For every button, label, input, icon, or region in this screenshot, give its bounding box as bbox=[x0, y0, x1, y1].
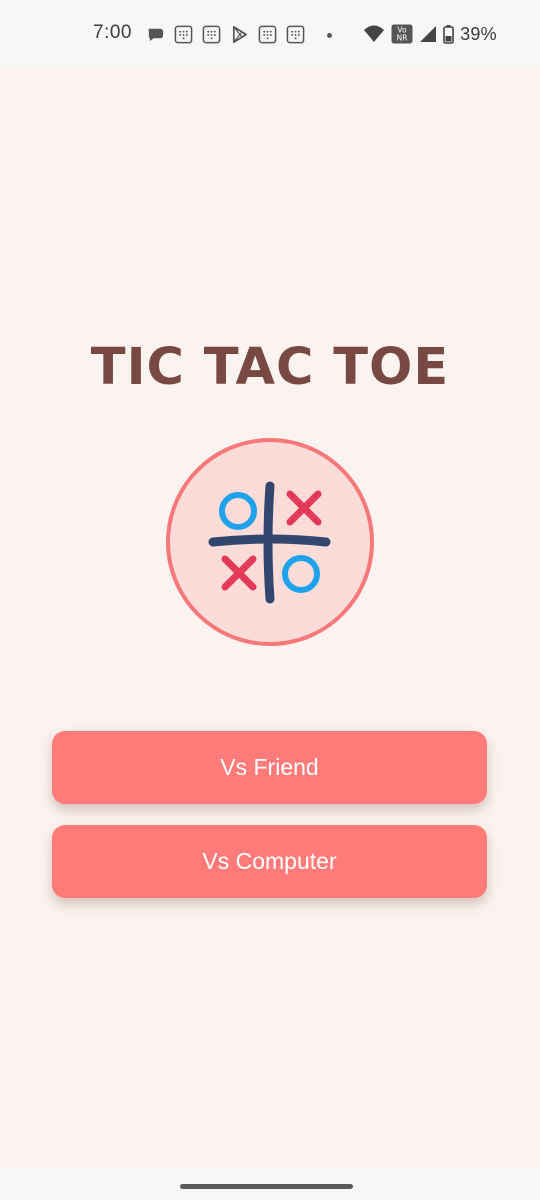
dialpad-icon bbox=[258, 25, 277, 43]
wifi-icon bbox=[364, 25, 385, 42]
vs-friend-button[interactable]: Vs Friend bbox=[52, 731, 487, 804]
vs-computer-button[interactable]: Vs Computer bbox=[52, 825, 487, 898]
status-right: Vo NR 39% bbox=[363, 22, 497, 46]
notification-icons bbox=[146, 22, 339, 46]
chat-bubble-icon bbox=[148, 28, 164, 41]
dialpad-icon bbox=[286, 25, 305, 43]
battery-percent: 39% bbox=[460, 23, 497, 44]
dialpad-icon bbox=[174, 25, 193, 43]
signal-icon bbox=[420, 26, 437, 42]
tic-tac-toe-logo-icon bbox=[166, 438, 374, 646]
play-store-icon bbox=[232, 25, 248, 43]
vs-friend-label: Vs Friend bbox=[220, 754, 319, 780]
vonr-icon: Vo NR bbox=[391, 24, 413, 44]
home-gesture-handle[interactable] bbox=[180, 1184, 353, 1189]
battery-icon bbox=[443, 24, 454, 44]
dialpad-icon bbox=[202, 25, 221, 43]
page-title: TIC TAC TOE bbox=[90, 338, 450, 397]
vonr-badge-nr: NR bbox=[397, 34, 408, 43]
vs-computer-label: Vs Computer bbox=[202, 848, 337, 874]
navigation-bar bbox=[0, 1168, 540, 1200]
status-time: 7:00 bbox=[93, 22, 132, 43]
status-bar: 7:00 Vo NR 39% bbox=[0, 0, 540, 68]
more-dot-icon bbox=[327, 32, 332, 38]
